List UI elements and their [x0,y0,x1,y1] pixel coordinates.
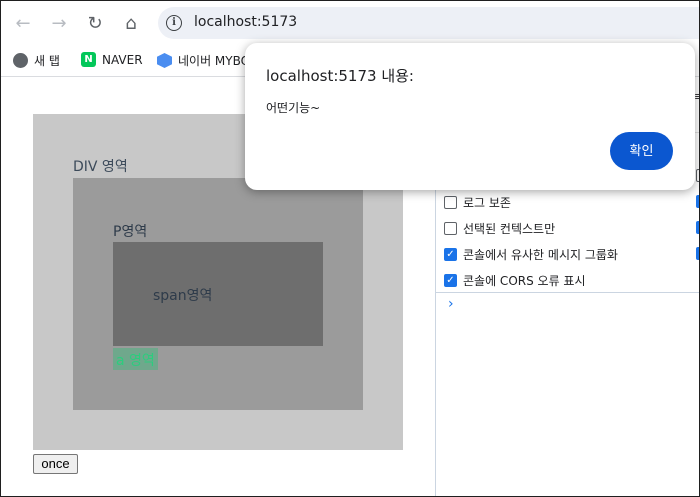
right-checkbox[interactable] [696,195,699,208]
option-label: 콘솔에 CORS 오류 표시 [463,274,586,288]
option-show-cors-errors[interactable]: ✓ 콘솔에 CORS 오류 표시 [444,272,586,289]
span-label: span영역 [153,288,213,304]
browser-window: ← → ↻ ⌂ i localhost:5173 새 탭 N NAVER 네이버… [0,0,700,497]
span-area[interactable]: span영역 [113,242,323,346]
bookmark-label: 새 탭 [34,54,60,68]
forward-icon[interactable]: → [45,9,73,37]
site-info-icon[interactable]: i [166,15,182,31]
right-checkbox[interactable] [696,247,699,260]
a-link[interactable]: a 영역 [113,348,158,370]
bookmark-mybox[interactable]: 네이버 MYBO [157,52,250,69]
checkbox[interactable] [444,222,457,235]
console-prompt-icon[interactable]: › [448,296,454,312]
naver-icon: N [81,52,96,67]
option-selected-context-only[interactable]: 선택된 컨텍스트만 [444,220,555,237]
div-label: DIV 영역 [73,159,128,175]
bookmark-label: NAVER [102,52,143,67]
right-checkbox[interactable] [696,221,699,234]
bookmark-new-tab[interactable]: 새 탭 [13,52,60,69]
browser-toolbar: ← → ↻ ⌂ i localhost:5173 [1,1,699,45]
option-preserve-log[interactable]: 로그 보존 [444,194,511,211]
once-button[interactable]: once [33,454,78,474]
p-area[interactable]: P영역 span영역 a 영역 [73,178,363,410]
reload-icon[interactable]: ↻ [81,9,109,37]
console-separator [436,292,699,293]
checkbox[interactable] [444,196,457,209]
address-url[interactable]: localhost:5173 [194,14,297,30]
p-label: P영역 [113,224,148,240]
checkbox-checked-icon[interactable]: ✓ [444,274,457,287]
address-bar[interactable]: i localhost:5173 [158,7,699,39]
option-group-similar[interactable]: ✓ 콘솔에서 유사한 메시지 그룹화 [444,246,618,263]
dialog-title: localhost:5173 내용: [266,67,414,85]
globe-icon [13,53,28,68]
mybox-icon [157,53,172,68]
option-label: 선택된 컨텍스트만 [463,222,556,236]
home-icon[interactable]: ⌂ [117,9,145,37]
checkbox-checked-icon[interactable]: ✓ [444,248,457,261]
back-icon[interactable]: ← [9,9,37,37]
right-checkbox[interactable] [696,169,699,182]
option-label: 콘솔에서 유사한 메시지 그룹화 [463,248,618,262]
dialog-message: 어떤기능~ [266,101,321,115]
bookmark-naver[interactable]: N NAVER [81,52,143,67]
option-label: 로그 보존 [463,196,511,210]
dialog-ok-button[interactable]: 확인 [610,132,673,170]
alert-dialog: localhost:5173 내용: 어떤기능~ 확인 [245,43,695,190]
bookmark-label: 네이버 MYBO [178,54,251,68]
